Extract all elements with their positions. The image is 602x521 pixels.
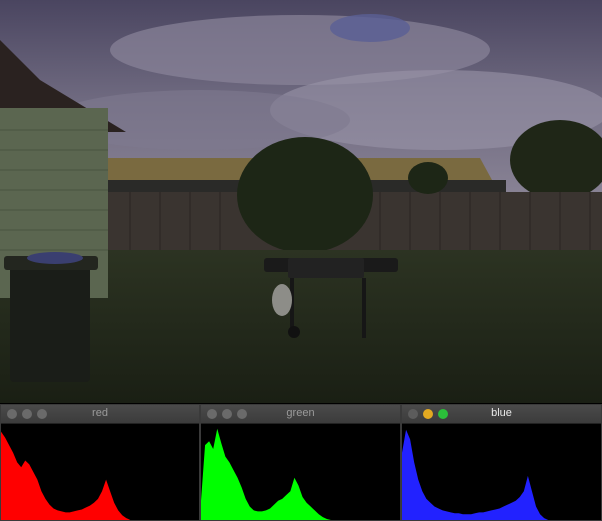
histogram-plot xyxy=(201,424,400,520)
blue-histogram-chart xyxy=(402,429,601,520)
blue-histogram-window[interactable]: blue xyxy=(401,404,602,521)
window-titlebar[interactable]: red xyxy=(1,405,199,424)
red-histogram-chart xyxy=(1,431,199,520)
red-histogram-window[interactable]: red xyxy=(0,404,200,521)
green-histogram-window[interactable]: green xyxy=(200,404,401,521)
histogram-plot xyxy=(402,424,601,520)
blue-histogram-area xyxy=(402,429,601,520)
window-titlebar[interactable]: green xyxy=(201,405,400,424)
window-title: blue xyxy=(491,407,512,419)
window-titlebar[interactable]: blue xyxy=(402,405,601,424)
red-histogram-area xyxy=(1,431,199,520)
window-title: green xyxy=(286,407,315,419)
green-histogram-chart xyxy=(201,428,400,520)
window-title: red xyxy=(92,407,108,419)
backyard-photo xyxy=(0,0,602,403)
histogram-plot xyxy=(1,424,199,520)
green-histogram-area xyxy=(201,428,400,520)
photo-scene xyxy=(0,0,602,403)
